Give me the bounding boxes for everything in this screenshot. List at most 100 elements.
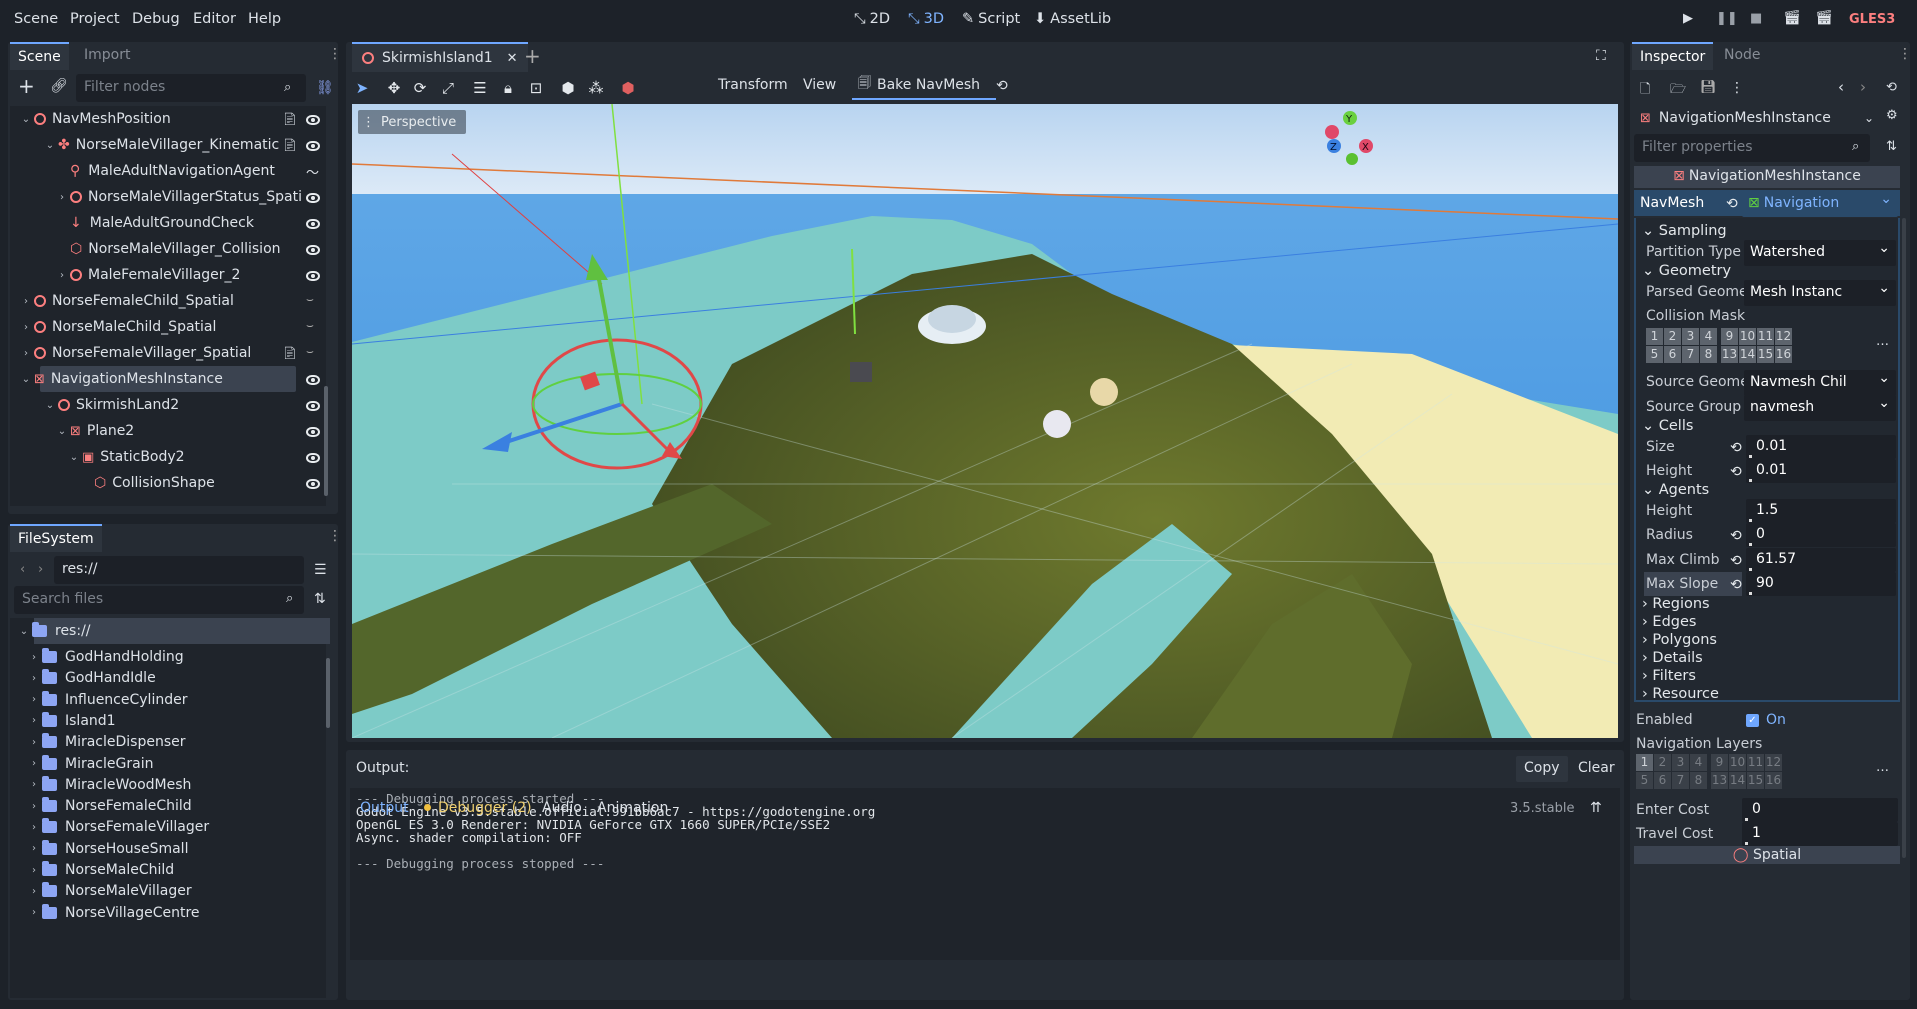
section-agents[interactable]: ⌄ Agents	[1642, 482, 1709, 498]
new-scene-tab-icon[interactable]: +	[524, 44, 541, 68]
navigation-layers-grid[interactable]: 1 2 3 4 9 10 11 12 5 6 7 8 13 14 15 16	[1636, 754, 1816, 794]
tree-node-skirmishland2[interactable]: ⌄ SkirmishLand2	[44, 392, 179, 418]
layer-bit[interactable]: 7	[1682, 346, 1699, 363]
forward-icon[interactable]: ›	[38, 562, 43, 577]
filter-nodes-input[interactable]: Filter nodes	[76, 74, 306, 102]
tree-node-norsemalevillager-kinematic[interactable]: ⌄ ✤ NorseMaleVillager_Kinematic	[44, 132, 279, 158]
3d-viewport[interactable]: Y X Z ⋮ Perspective	[352, 104, 1618, 738]
chevron-right-icon[interactable]: ›	[28, 843, 40, 854]
filter-settings-icon[interactable]: ⇅	[1886, 139, 1897, 154]
partition-type-select[interactable]: Watershed	[1744, 240, 1896, 266]
section-edges[interactable]: › Edges	[1642, 614, 1696, 630]
source-geometry-select[interactable]: Navmesh Chil	[1744, 370, 1896, 396]
layer-bit[interactable]: 16	[1765, 772, 1782, 789]
section-resource[interactable]: › Resource	[1642, 686, 1719, 702]
visibility-eye-icon[interactable]	[306, 245, 320, 255]
play-custom-scene-icon[interactable]: 🎬︎	[1815, 10, 1833, 26]
visibility-eye-icon[interactable]	[306, 141, 320, 151]
tab-filesystem[interactable]: FileSystem	[10, 524, 102, 552]
chevron-right-icon[interactable]: ›	[28, 715, 40, 726]
chevron-right-icon[interactable]: ›	[28, 886, 40, 897]
signal-icon[interactable]: 〜	[306, 162, 319, 181]
layer-bit[interactable]: 5	[1646, 346, 1663, 363]
lock-icon[interactable]: 🔒︎	[500, 80, 516, 96]
perspective-menu[interactable]: ⋮ Perspective	[358, 110, 467, 134]
chevron-right-icon[interactable]: ›	[28, 737, 40, 748]
reset-icon[interactable]: ⟲	[1730, 578, 1744, 592]
chevron-right-icon[interactable]: ›	[28, 652, 40, 663]
history-forward-icon[interactable]: ›	[1860, 78, 1866, 96]
more-layers-icon[interactable]: …	[1876, 334, 1889, 349]
section-geometry[interactable]: ⌄ Geometry	[1642, 263, 1731, 279]
workspace-2d-button[interactable]: ⤡ 2D	[854, 11, 890, 27]
parsed-geometry-select[interactable]: Mesh Instanc	[1744, 280, 1896, 306]
menu-editor[interactable]: Editor	[193, 11, 236, 27]
move-tool-icon[interactable]: ✥	[386, 80, 402, 96]
layer-bit[interactable]: 1	[1636, 754, 1653, 771]
sort-icon[interactable]: ⇅	[314, 591, 326, 607]
tab-inspector[interactable]: Inspector	[1632, 42, 1714, 70]
select-tool-icon[interactable]: ➤	[354, 80, 370, 96]
back-icon[interactable]: ‹	[20, 562, 25, 577]
workspace-3d-button[interactable]: ⤡ 3D	[908, 11, 944, 27]
chevron-right-icon[interactable]: ›	[28, 801, 40, 812]
tree-node-maleadultgroundcheck[interactable]: ↓ MaleAdultGroundCheck	[70, 210, 254, 236]
fullscreen-icon[interactable]: ⛶	[1596, 48, 1606, 64]
local-space-icon[interactable]: ⬢	[560, 80, 576, 96]
section-details[interactable]: › Details	[1642, 650, 1703, 666]
layer-bit[interactable]: 2	[1654, 754, 1671, 771]
layer-bit[interactable]: 4	[1690, 754, 1707, 771]
tree-node-malefemalevillager-2[interactable]: › MaleFemaleVillager_2	[56, 262, 240, 288]
layer-bit[interactable]: 6	[1654, 772, 1671, 789]
section-filters[interactable]: › Filters	[1642, 668, 1696, 684]
section-sampling[interactable]: ⌄ Sampling	[1642, 223, 1727, 239]
menu-help[interactable]: Help	[248, 11, 281, 27]
layer-bit[interactable]: 6	[1664, 346, 1681, 363]
menu-debug[interactable]: Debug	[132, 11, 180, 27]
tree-node-norsefemalechild-spatial[interactable]: › NorseFemaleChild_Spatial	[20, 288, 234, 314]
layer-bit[interactable]: 7	[1672, 772, 1689, 789]
save-resource-icon[interactable]: 💾︎	[1700, 80, 1717, 95]
history-back-icon[interactable]: ‹	[1838, 78, 1844, 96]
object-selector[interactable]: ⊠ NavigationMeshInstance ⌄	[1634, 104, 1874, 132]
visibility-eye-icon[interactable]	[306, 453, 320, 463]
bottom-tab-debugger[interactable]: Debugger (2)	[438, 800, 532, 816]
collision-mask-grid[interactable]: 1 2 3 4 9 10 11 12 5 6 7 8 13 14 15 16	[1646, 328, 1826, 368]
hidden-icon[interactable]: ⌣	[306, 292, 314, 307]
chevron-right-icon[interactable]: ›	[28, 822, 40, 833]
visibility-eye-icon[interactable]	[306, 375, 320, 385]
view-menu[interactable]: View	[803, 77, 836, 93]
layer-bit[interactable]: 15	[1757, 346, 1774, 363]
tree-node-navigationmeshinstance[interactable]: ⌄ ⊠ NavigationMeshInstance	[20, 366, 223, 392]
more-layers-icon[interactable]: …	[1876, 760, 1889, 775]
visibility-eye-icon[interactable]	[306, 479, 320, 489]
play-icon[interactable]: ▶	[1683, 11, 1693, 26]
hidden-icon[interactable]: ⌣	[306, 318, 314, 333]
agent-radius-field[interactable]: 0	[1746, 523, 1896, 547]
workspace-assetlib-button[interactable]: ⬇ AssetLib	[1034, 11, 1111, 27]
path-field[interactable]: res://	[54, 556, 304, 584]
new-resource-icon[interactable]: 🗋︎	[1640, 80, 1650, 102]
layer-bit[interactable]: 8	[1700, 346, 1717, 363]
menu-scene[interactable]: Scene	[14, 11, 58, 27]
visibility-eye-icon[interactable]	[306, 115, 320, 125]
clear-button[interactable]: Clear	[1570, 756, 1623, 782]
reset-icon[interactable]: ⟲	[1730, 441, 1744, 455]
chevron-right-icon[interactable]: ›	[28, 865, 40, 876]
inspector-scrollbar[interactable]	[1902, 218, 1906, 858]
clear-navmesh-icon[interactable]: ⟲	[996, 78, 1008, 94]
tree-node-staticbody2[interactable]: ⌄ ▣ StaticBody2	[68, 444, 185, 470]
split-mode-icon[interactable]: ☰	[314, 562, 327, 578]
visibility-eye-icon[interactable]	[306, 401, 320, 411]
dock-menu-icon[interactable]: ⋮	[328, 528, 342, 544]
open-resource-icon[interactable]: 🗁︎	[1670, 80, 1686, 102]
list-select-icon[interactable]: ☰	[472, 80, 488, 96]
search-files-input[interactable]: Search files	[14, 586, 304, 614]
reset-icon[interactable]: ⟲	[1730, 465, 1744, 479]
folder-item[interactable]: › NorseVillageCentre	[28, 900, 200, 926]
tree-node-norsemalevillager-collision[interactable]: ⬡ NorseMaleVillager_Collision	[70, 236, 281, 262]
menu-project[interactable]: Project	[70, 11, 120, 27]
chevron-right-icon[interactable]: ›	[28, 694, 40, 705]
scale-tool-icon[interactable]: ⤢	[440, 80, 456, 96]
chevron-right-icon[interactable]: ›	[28, 758, 40, 769]
